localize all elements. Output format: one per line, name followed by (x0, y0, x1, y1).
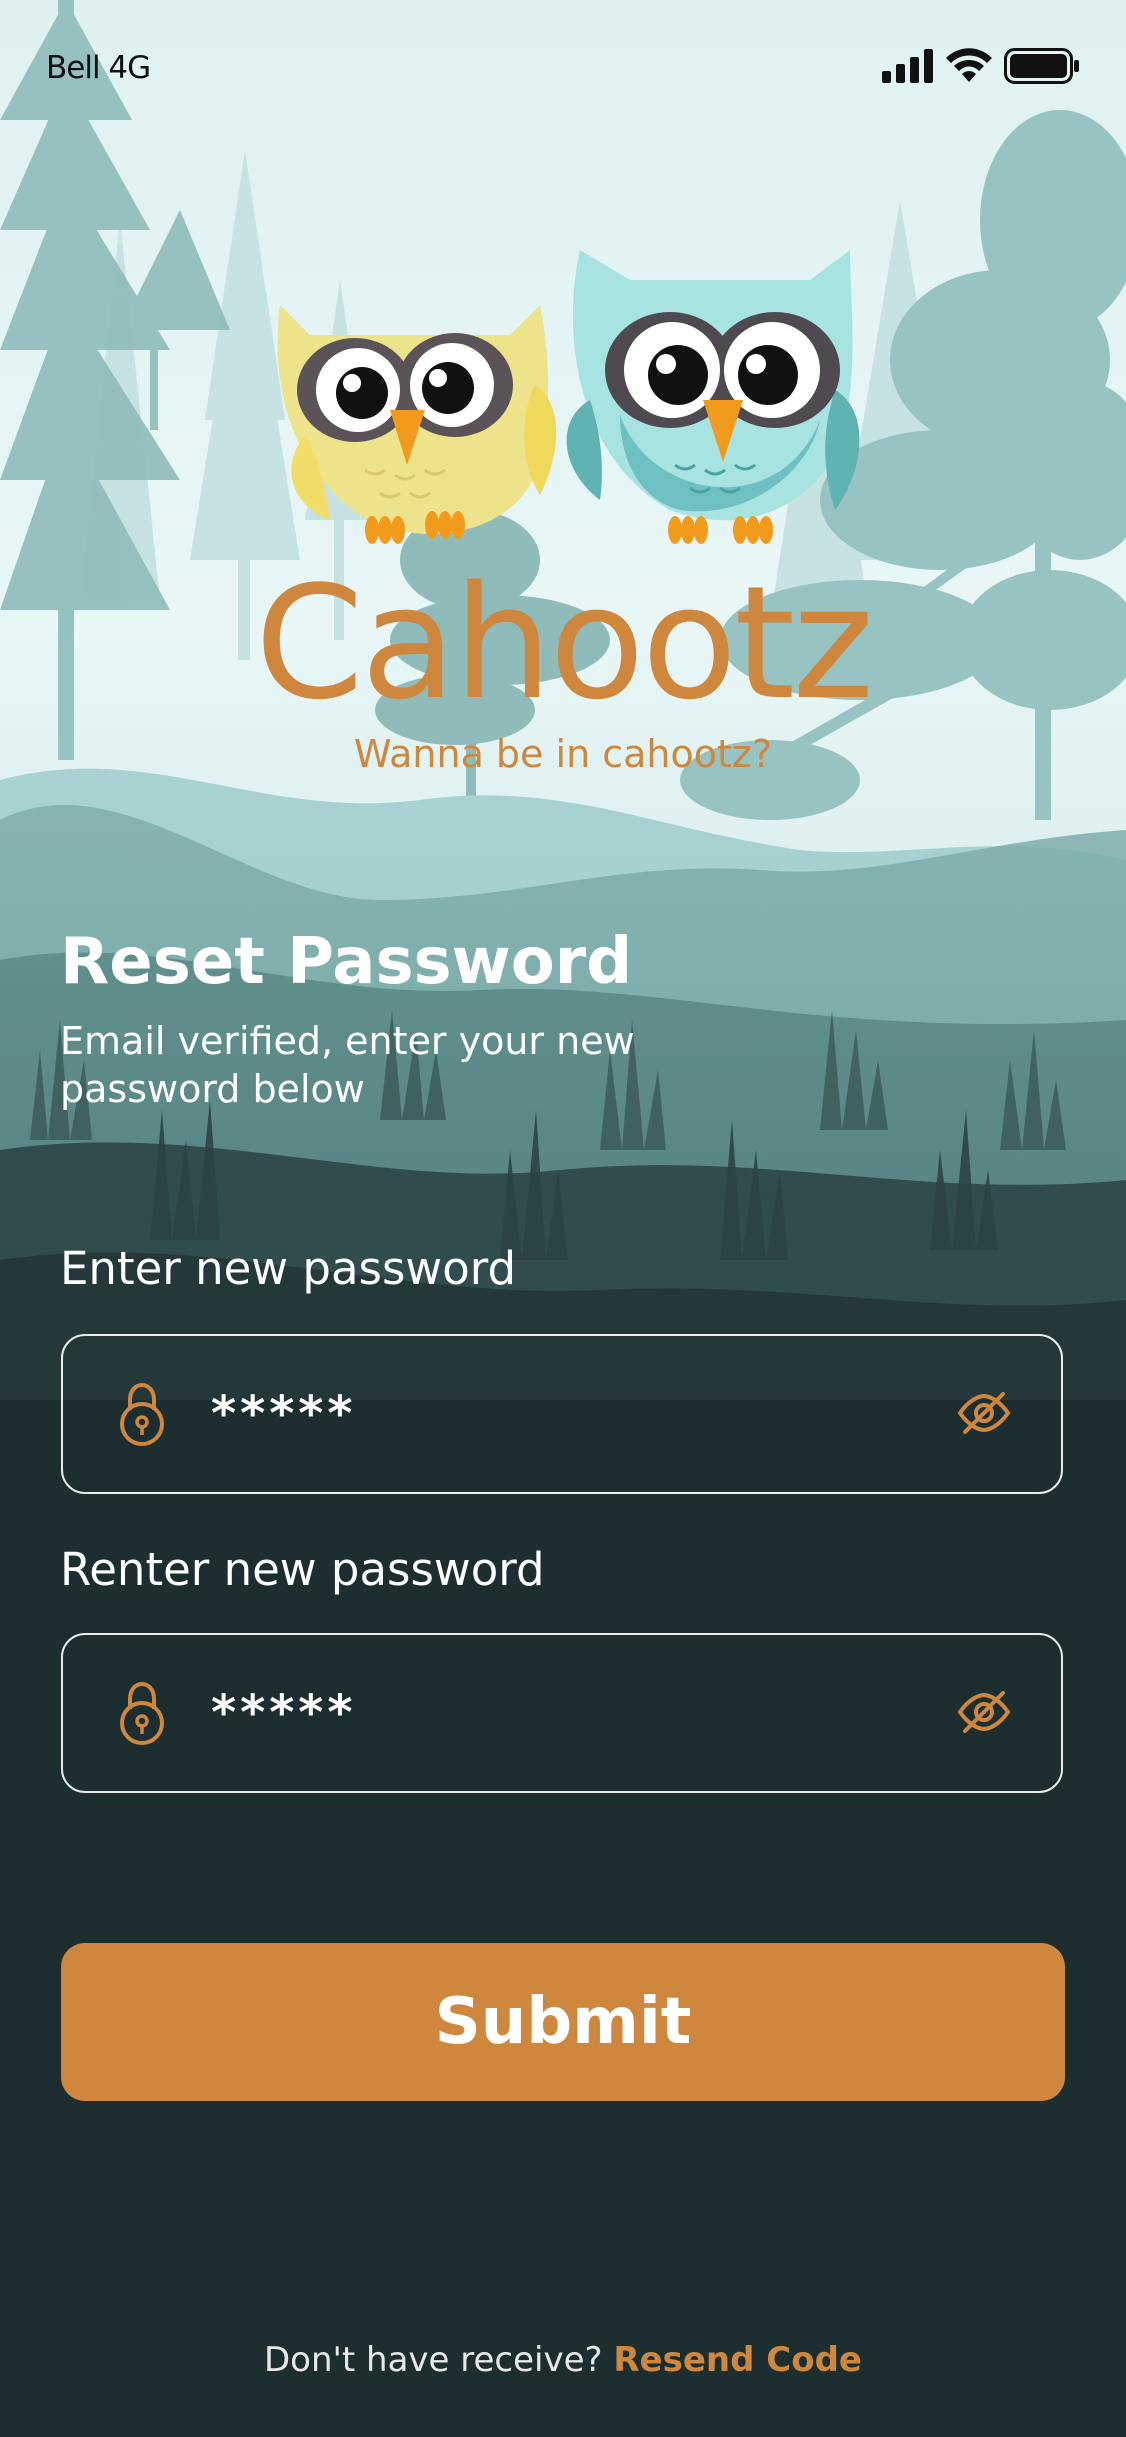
confirm-password-label: Renter new password (60, 1543, 545, 1596)
new-password-value[interactable]: ***** (211, 1386, 357, 1442)
new-password-field[interactable]: ***** (61, 1334, 1063, 1494)
confirm-password-field[interactable]: ***** (61, 1633, 1063, 1793)
lock-icon (120, 1382, 164, 1446)
confirm-password-value[interactable]: ***** (211, 1685, 357, 1741)
eye-off-icon[interactable] (957, 1390, 1011, 1436)
submit-button[interactable]: Submit (61, 1943, 1065, 2101)
new-password-label: Enter new password (60, 1242, 517, 1295)
page-subtitle: Email verified, enter your new password … (60, 1019, 635, 1111)
status-icons (882, 46, 1080, 86)
lock-icon (120, 1681, 164, 1745)
screen: Bell 4G Cahootz Wanna be in cahootz? Res… (0, 0, 1126, 2437)
resend-footer: Don't have receive? Resend Code (0, 2340, 1126, 2380)
eye-off-icon[interactable] (957, 1689, 1011, 1735)
brand-logo-text: Cahootz (254, 552, 874, 734)
resend-prompt: Don't have receive? (264, 2340, 614, 2380)
resend-code-link[interactable]: Resend Code (613, 2340, 862, 2380)
page-title: Reset Password (60, 925, 633, 999)
carrier-label: Bell 4G (46, 50, 151, 86)
brand-tagline: Wanna be in cahootz? (353, 732, 773, 776)
battery-icon (1004, 48, 1079, 84)
signal-icon (882, 49, 933, 83)
wifi-icon (946, 48, 992, 82)
